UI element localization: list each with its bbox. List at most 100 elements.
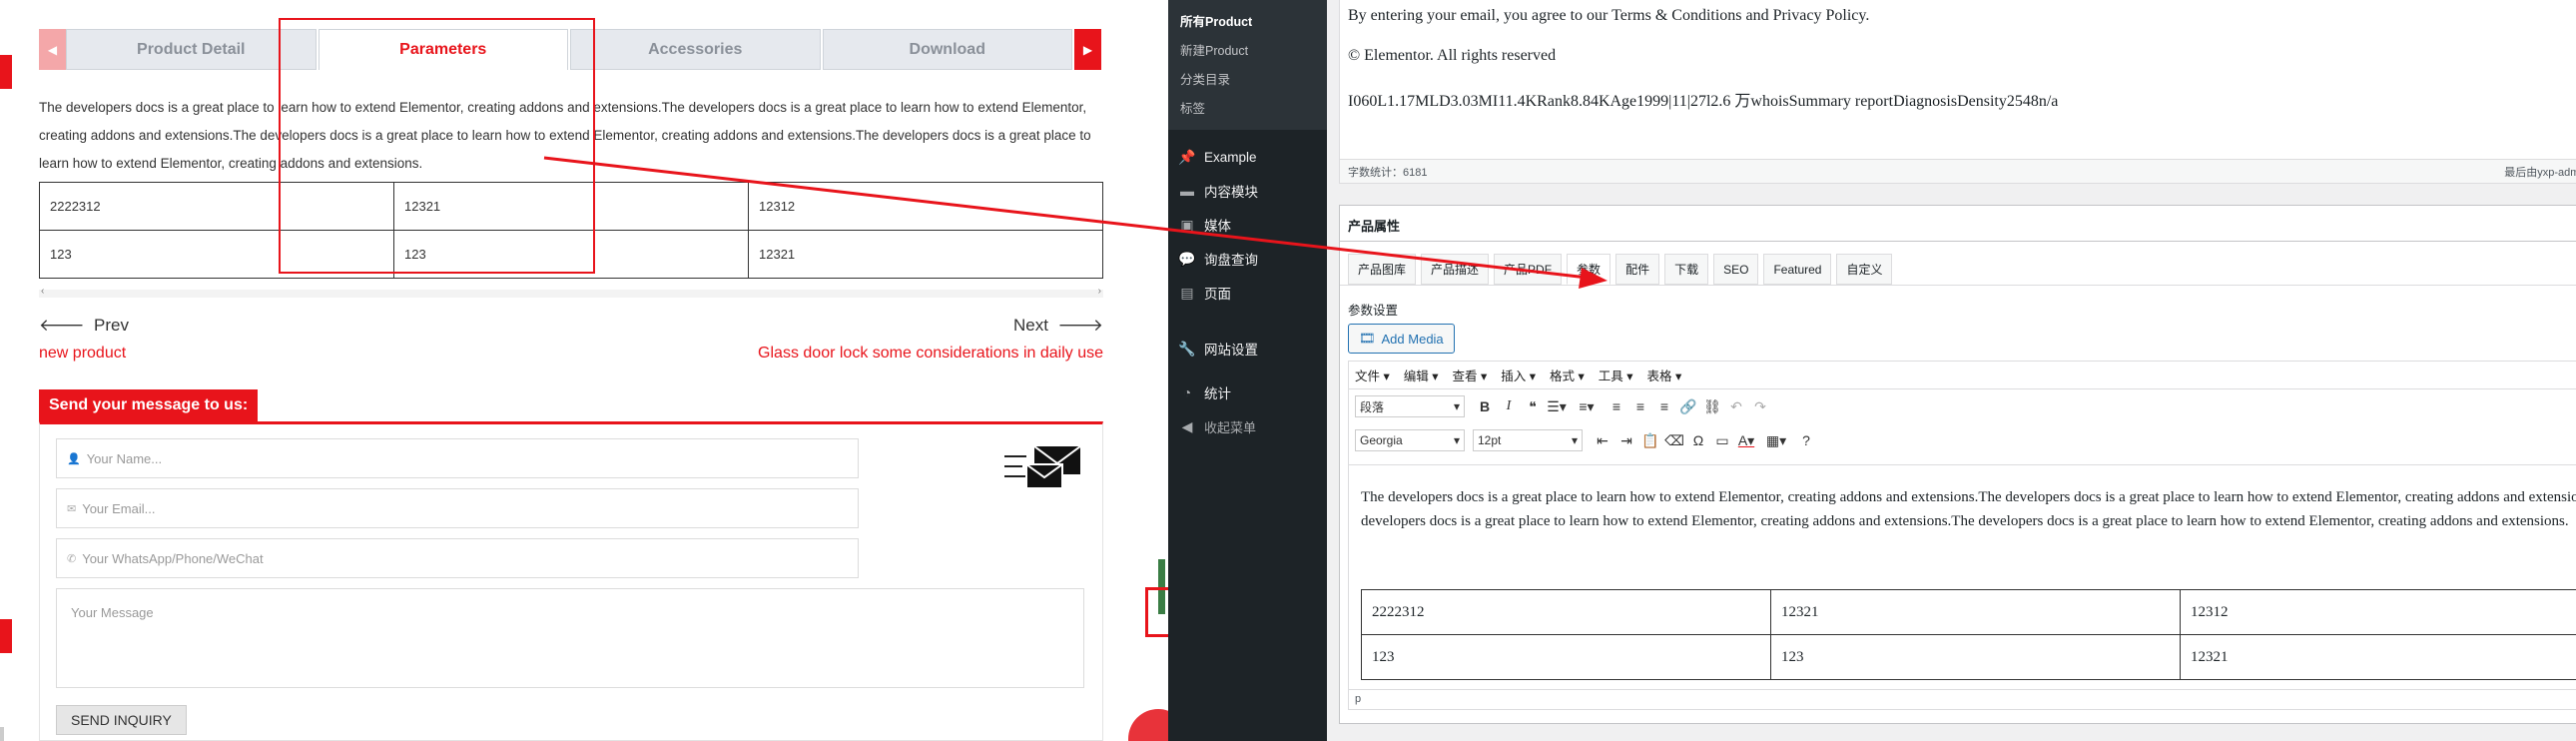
menu-item-inquiries[interactable]: 💬 询盘查询 — [1168, 242, 1327, 276]
scroll-right-icon[interactable]: › — [1098, 286, 1101, 297]
table-cell: 2222312 — [1361, 589, 1771, 635]
paste-text-icon[interactable]: 📋 — [1638, 432, 1662, 449]
menu-format[interactable]: 格式 ▾ — [1550, 366, 1585, 384]
collapse-menu-button[interactable]: ◀ 收起菜单 — [1168, 409, 1327, 443]
attributes-title: 产品属性 — [1340, 206, 2576, 242]
menu-item-example[interactable]: 📌 Example — [1168, 140, 1327, 174]
font-family-select[interactable]: Georgia ▾ — [1355, 429, 1465, 451]
prev-label: Prev — [94, 316, 130, 335]
tab-accessories[interactable]: Accessories — [570, 29, 821, 70]
undo-icon[interactable]: ↶ — [1724, 398, 1748, 415]
arrow-right-icon: 🡒 — [1057, 316, 1103, 335]
product-attribute-tabs: 产品图库 产品描述 产品PDF 参数 配件 下载 SEO Featured 自定… — [1348, 254, 1897, 285]
unlink-icon[interactable]: ⛓ — [1700, 398, 1724, 415]
tab-custom[interactable]: 自定义 — [1836, 254, 1893, 285]
tab-download[interactable]: 下载 — [1664, 254, 1709, 285]
submenu-tags[interactable]: 标签 — [1168, 93, 1327, 122]
send-inquiry-button[interactable]: SEND INQUIRY — [56, 705, 187, 735]
chart-icon: ◔ — [1182, 384, 1192, 400]
highlight-fragment — [1145, 587, 1168, 637]
clear-format-icon[interactable]: ⌫ — [1662, 432, 1686, 449]
tab-gallery[interactable]: 产品图库 — [1348, 254, 1417, 285]
tabs-next-arrow-icon[interactable]: ▶ — [1074, 29, 1101, 70]
name-field[interactable]: 👤 Your Name... — [56, 438, 859, 478]
format-select[interactable]: 段落 ▾ — [1355, 395, 1465, 417]
next-post-title[interactable]: Glass door lock some considerations in d… — [758, 345, 1103, 363]
tab-download[interactable]: Download — [822, 29, 1072, 70]
menu-label: Example — [1204, 149, 1257, 165]
message-field[interactable]: Your Message — [56, 588, 1084, 688]
redo-icon[interactable]: ↷ — [1748, 398, 1772, 415]
menu-table[interactable]: 表格 ▾ — [1647, 366, 1682, 384]
prev-post-title[interactable]: new product — [39, 345, 126, 363]
menu-item-pages[interactable]: ▤ 页面 — [1168, 276, 1327, 310]
menu-edit[interactable]: 编辑 ▾ — [1404, 366, 1439, 384]
table-cell: 12321 — [2180, 634, 2576, 680]
submenu-categories[interactable]: 分类目录 — [1168, 64, 1327, 93]
hr-icon[interactable]: ▭ — [1710, 432, 1734, 449]
tab-description[interactable]: 产品描述 — [1421, 254, 1490, 285]
indent-icon[interactable]: ⇥ — [1614, 432, 1638, 449]
table-horizontal-scrollbar[interactable]: ‹ › — [39, 286, 1103, 298]
last-edited: 最后由yxp-admin — [2504, 166, 2576, 179]
media-icon: 🎞 — [1359, 331, 1376, 346]
admin-sidebar: 所有Product 新建Product 分类目录 标签 📌 Example ▬ 内容… — [1168, 0, 1327, 741]
rich-text-editor: 文件 ▾ 编辑 ▾ 查看 ▾ 插入 ▾ 格式 ▾ 工具 ▾ 表格 ▾ 段落 ▾ B… — [1348, 361, 2576, 710]
chevron-down-icon: ▾ — [1571, 433, 1578, 447]
italic-icon[interactable]: I — [1497, 398, 1521, 414]
prev-post-link[interactable]: 🡐 Prev — [39, 316, 129, 336]
name-placeholder: Your Name... — [86, 450, 163, 466]
content-text-line: © Elementor. All rights reserved — [1348, 47, 1557, 64]
menu-item-media[interactable]: ▣ 媒体 — [1168, 208, 1327, 242]
menu-insert[interactable]: 插入 ▾ — [1501, 366, 1536, 384]
align-left-icon[interactable]: ≡ — [1605, 398, 1628, 414]
tab-featured[interactable]: Featured — [1763, 254, 1832, 285]
font-size-select[interactable]: 12pt ▾ — [1473, 429, 1583, 451]
menu-file[interactable]: 文件 ▾ — [1355, 366, 1390, 384]
table-cell: 123 — [1361, 634, 1771, 680]
tab-seo[interactable]: SEO — [1713, 254, 1759, 285]
add-media-button[interactable]: 🎞 Add Media — [1348, 324, 1455, 354]
link-icon[interactable]: 🔗 — [1676, 398, 1700, 415]
help-icon[interactable]: ? — [1794, 432, 1818, 448]
table-cell: 12312 — [2180, 589, 2576, 635]
menu-label: 询盘查询 — [1204, 253, 1258, 268]
user-icon: 👤 — [67, 452, 81, 465]
table-cell: 123 — [1770, 634, 2181, 680]
menu-item-content-modules[interactable]: ▬ 内容模块 — [1168, 174, 1327, 208]
add-media-label: Add Media — [1381, 331, 1444, 347]
align-right-icon[interactable]: ≡ — [1652, 398, 1676, 414]
bold-icon[interactable]: B — [1473, 398, 1497, 414]
phone-placeholder: Your WhatsApp/Phone/WeChat — [82, 550, 264, 566]
table-icon[interactable]: ▦▾ — [1764, 432, 1788, 449]
floating-chat-button[interactable] — [1128, 709, 1168, 741]
comment-icon: 💬 — [1178, 250, 1196, 267]
submenu-new-product[interactable]: 新建Product — [1168, 35, 1327, 64]
menu-item-statistics[interactable]: ◔ 统计 — [1168, 375, 1327, 409]
menu-item-site-settings[interactable]: 🔧 网站设置 — [1168, 332, 1327, 366]
quote-icon[interactable]: ❝ — [1521, 398, 1545, 415]
content-text-line: I060L1.17MLD3.03MI11.4KRank8.84KAge1999|… — [1348, 93, 2059, 110]
numbered-list-icon[interactable]: ≡▾ — [1575, 398, 1599, 415]
next-post-link[interactable]: Next 🡒 — [1013, 316, 1103, 336]
menu-view[interactable]: 查看 ▾ — [1453, 366, 1488, 384]
align-center-icon[interactable]: ≡ — [1628, 398, 1652, 414]
editor-content[interactable]: The developers docs is a great place to … — [1349, 464, 2576, 690]
email-field[interactable]: ✉ Your Email... — [56, 488, 859, 528]
phone-icon: ✆ — [67, 552, 77, 565]
outdent-icon[interactable]: ⇤ — [1591, 432, 1614, 449]
tab-pdf[interactable]: 产品PDF — [1494, 254, 1563, 285]
scroll-left-icon[interactable]: ‹ — [41, 286, 44, 297]
phone-field[interactable]: ✆ Your WhatsApp/Phone/WeChat — [56, 538, 859, 578]
tab-accessories[interactable]: 配件 — [1615, 254, 1660, 285]
menu-tools[interactable]: 工具 ▾ — [1599, 366, 1633, 384]
bullet-list-icon[interactable]: ☰▾ — [1545, 398, 1569, 415]
tab-parameters[interactable]: 参数 — [1567, 254, 1611, 285]
text-color-icon[interactable]: A▾ — [1734, 432, 1758, 449]
submenu-all-products[interactable]: 所有Product — [1168, 6, 1327, 35]
special-char-icon[interactable]: Ω — [1686, 432, 1710, 448]
module-icon: ▬ — [1180, 183, 1194, 199]
tabs-prev-arrow-icon[interactable]: ◀ — [39, 29, 66, 70]
editor-paragraph: The developers docs is a great place to … — [1361, 489, 2576, 529]
tabs-divider — [1340, 285, 2576, 286]
